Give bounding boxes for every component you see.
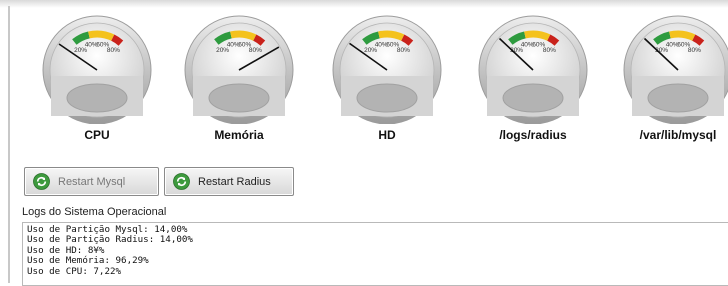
restart-mysql-label: Restart Mysql xyxy=(58,175,126,188)
gauge-hub-cover xyxy=(208,83,270,113)
gauge-zone-yellow xyxy=(230,30,257,41)
gauge-zone-yellow xyxy=(524,30,551,41)
gauge-label-cpu: CPU xyxy=(84,128,110,142)
gauge-zone-red xyxy=(401,34,414,46)
gauge-label-var-lib-mysql: /var/lib/mysql xyxy=(639,128,717,142)
gauge-label-hd: HD xyxy=(378,128,396,142)
log-line: Uso de CPU: 7,22% xyxy=(27,265,122,277)
gauge-zone-yellow xyxy=(669,30,696,41)
gauge-tick-label: 80% xyxy=(249,47,262,54)
gauge-dial: 20%40%60%80% xyxy=(478,15,588,124)
restart-radius-button[interactable]: Restart Radius xyxy=(164,167,294,196)
gauge-hub-cover xyxy=(66,83,128,113)
gauge-tick-label: 80% xyxy=(543,47,556,54)
gauge-tick-label: 80% xyxy=(397,47,410,54)
log-line: Uso de Partição Radius: 14,00% xyxy=(27,234,193,246)
gauge-var-lib-mysql: 20% 40% 60% 80% xyxy=(618,14,728,124)
gauge-tick-label: 80% xyxy=(107,47,120,54)
gauge-memory: 20% 40% 60% 80% xyxy=(179,14,299,124)
refresh-icon xyxy=(173,173,190,190)
refresh-icon xyxy=(33,173,50,190)
gauge-zone-red xyxy=(547,34,560,46)
gauge-hub-cover xyxy=(647,83,709,113)
gauge-dial: 20%40%60%80% xyxy=(42,15,152,124)
gauge-dial: 20%40%60%80% xyxy=(623,15,728,124)
gauge-zone-red xyxy=(692,34,705,46)
gauge-panel: 20% 40% 60% 80% CPU 20% 40% 60% 80% Memória 20… xyxy=(0,0,728,160)
gauge-dial: 20%40%60%80% xyxy=(184,15,294,124)
restart-mysql-button[interactable]: Restart Mysql xyxy=(24,167,159,196)
gauge-label-logs-radius: /logs/radius xyxy=(499,128,567,142)
gauge-zone-yellow xyxy=(88,30,115,41)
log-line: Uso de Memória: 96,29% xyxy=(27,255,149,267)
gauge-tick-label: 80% xyxy=(688,47,701,54)
gauge-dial: 20%40%60%80% xyxy=(332,15,442,124)
gauge-hub-cover xyxy=(356,83,418,113)
gauge-zone-red xyxy=(111,34,124,46)
gauge-label-memory: Memória xyxy=(214,128,264,142)
logs-textarea[interactable]: Uso de Partição Mysql: 14,00% Uso de Par… xyxy=(22,222,728,286)
gauge-zone-red xyxy=(253,34,266,46)
logs-title: Logs do Sistema Operacional xyxy=(22,206,167,218)
gauge-hub-cover xyxy=(502,83,564,113)
restart-radius-label: Restart Radius xyxy=(198,175,271,188)
gauge-hd: 20% 40% 60% 80% xyxy=(327,14,447,124)
gauge-logs-radius: 20% 40% 60% 80% xyxy=(473,14,593,124)
gauge-zone-yellow xyxy=(378,30,405,41)
gauge-cpu: 20% 40% 60% 80% xyxy=(37,14,157,124)
